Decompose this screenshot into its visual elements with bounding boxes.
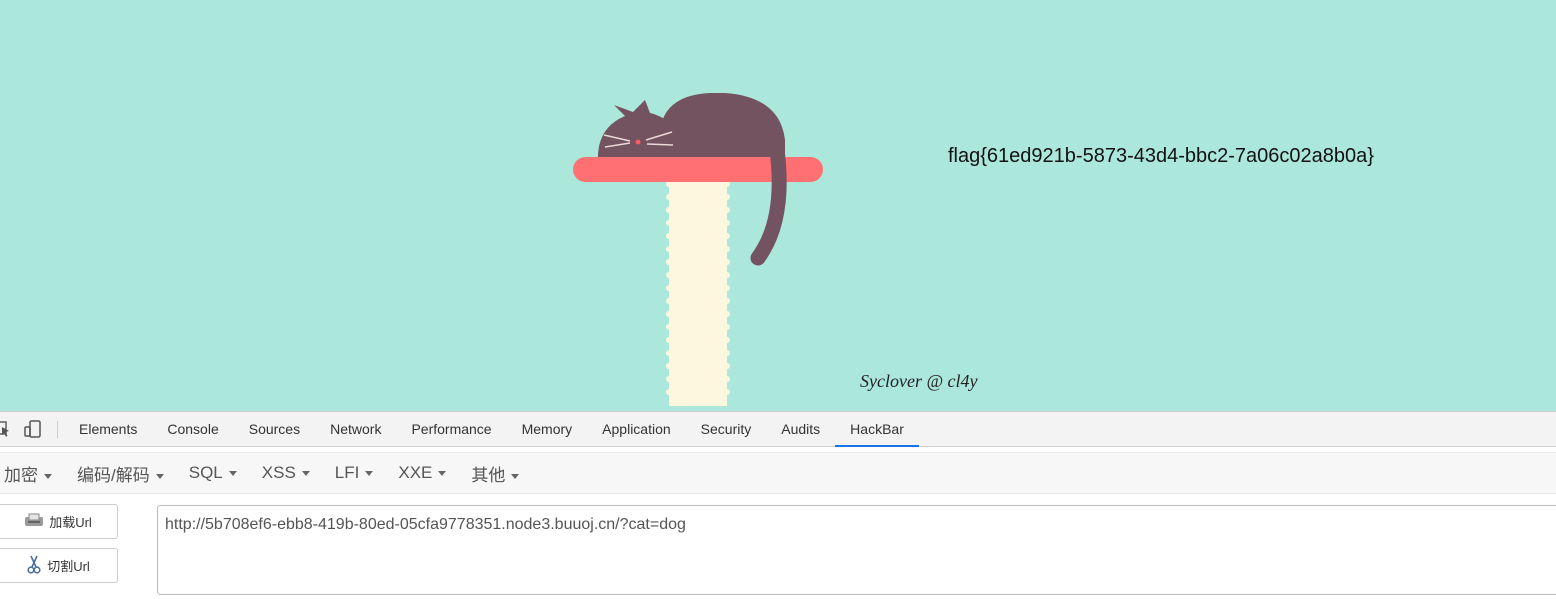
chevron-down-icon	[511, 473, 520, 479]
split-url-label: 切割Url	[47, 559, 90, 574]
menu-xss[interactable]: XSS	[258, 463, 310, 483]
menu-encrypt[interactable]: 加密	[0, 461, 52, 486]
scissors-icon	[26, 554, 42, 577]
devtools-tabbar: Elements Console Sources Network Perform…	[0, 411, 1556, 447]
post-scallop	[666, 298, 672, 304]
tab-console[interactable]: Console	[152, 412, 233, 446]
post-scallop	[724, 220, 730, 226]
load-url-button[interactable]: 加载Url	[0, 504, 118, 539]
tab-hackbar[interactable]: HackBar	[835, 412, 919, 447]
chevron-down-icon	[44, 473, 52, 479]
tab-performance[interactable]: Performance	[396, 412, 506, 446]
post-scallop	[666, 363, 672, 369]
chevron-down-icon	[155, 473, 164, 479]
post-scallop	[666, 272, 672, 278]
flag-text: flag{61ed921b-5873-43d4-bbc2-7a06c02a8b0…	[948, 145, 1374, 167]
post-scallop	[724, 311, 730, 317]
menu-xss-label: XSS	[261, 463, 296, 482]
tab-memory[interactable]: Memory	[507, 412, 588, 446]
chevron-down-icon	[301, 471, 310, 477]
menu-xxe-label: XXE	[398, 463, 433, 482]
toolbar-divider	[57, 421, 58, 438]
post-scallop	[666, 337, 672, 343]
hackbar-menubar: 加密 编码/解码 SQL XSS LFI XXE 其他	[0, 452, 1556, 494]
menu-encode-decode[interactable]: 编码/解码	[73, 461, 164, 486]
post-scallop	[666, 350, 672, 356]
tab-elements[interactable]: Elements	[64, 412, 152, 446]
post-scallop	[666, 246, 672, 252]
credit-text: Syclover @ cl4y	[860, 371, 978, 391]
post-scallop	[666, 220, 672, 226]
devtools-panel: Elements Console Sources Network Perform…	[0, 411, 1556, 595]
load-url-icon	[24, 512, 44, 531]
cat-nose	[635, 139, 641, 145]
post-scallop	[666, 324, 672, 330]
menu-encode-decode-label: 编码/解码	[77, 465, 150, 485]
post-scallop	[666, 285, 672, 291]
post-scallop	[724, 363, 730, 369]
post-scallop	[666, 194, 672, 200]
split-url-button[interactable]: 切割Url	[0, 548, 118, 583]
post-scallop	[724, 337, 730, 343]
post-scallop	[724, 324, 730, 330]
post-scallop	[724, 285, 730, 291]
post-scallop	[666, 389, 672, 395]
post-scallop	[666, 311, 672, 317]
menu-lfi-label: LFI	[334, 463, 360, 482]
post-scallop	[724, 259, 730, 265]
post-scallop	[724, 194, 730, 200]
sleeping-cat	[597, 93, 785, 163]
post-scallop	[724, 376, 730, 382]
post-scallop	[666, 233, 672, 239]
menu-other[interactable]: 其他	[467, 461, 520, 486]
menu-encrypt-label: 加密	[4, 465, 38, 485]
load-url-label: 加载Url	[49, 515, 92, 530]
post-scallop	[724, 207, 730, 213]
device-toolbar-icon[interactable]	[24, 420, 42, 443]
tab-application[interactable]: Application	[587, 412, 686, 446]
post-scallop	[724, 298, 730, 304]
cat-illustration	[573, 93, 823, 406]
post-scallop	[666, 259, 672, 265]
post-scallop	[666, 376, 672, 382]
tab-audits[interactable]: Audits	[766, 412, 835, 446]
url-textarea-container: http://5b708ef6-ebb8-419b-80ed-05cfa9778…	[157, 505, 1556, 595]
post-scallop	[724, 350, 730, 356]
menu-xxe[interactable]: XXE	[394, 463, 447, 483]
post-scallop	[724, 272, 730, 278]
chevron-down-icon	[438, 471, 447, 477]
chevron-down-icon	[228, 471, 237, 477]
chevron-down-icon	[365, 471, 374, 477]
post-scallop	[724, 246, 730, 252]
menu-sql-label: SQL	[188, 463, 223, 482]
menu-other-label: 其他	[471, 465, 506, 485]
post-scallop	[724, 233, 730, 239]
tab-network[interactable]: Network	[315, 412, 396, 446]
menu-sql[interactable]: SQL	[185, 463, 237, 483]
devtools-tabs: Elements Console Sources Network Perform…	[64, 412, 919, 447]
post-scallop	[666, 207, 672, 213]
post-scallop	[724, 389, 730, 395]
tab-security[interactable]: Security	[686, 412, 767, 446]
menu-lfi[interactable]: LFI	[331, 463, 374, 483]
inspect-element-icon[interactable]	[0, 420, 10, 443]
web-page: flag{61ed921b-5873-43d4-bbc2-7a06c02a8b0…	[0, 0, 1556, 411]
tab-sources[interactable]: Sources	[234, 412, 315, 446]
scratching-post	[666, 178, 730, 406]
